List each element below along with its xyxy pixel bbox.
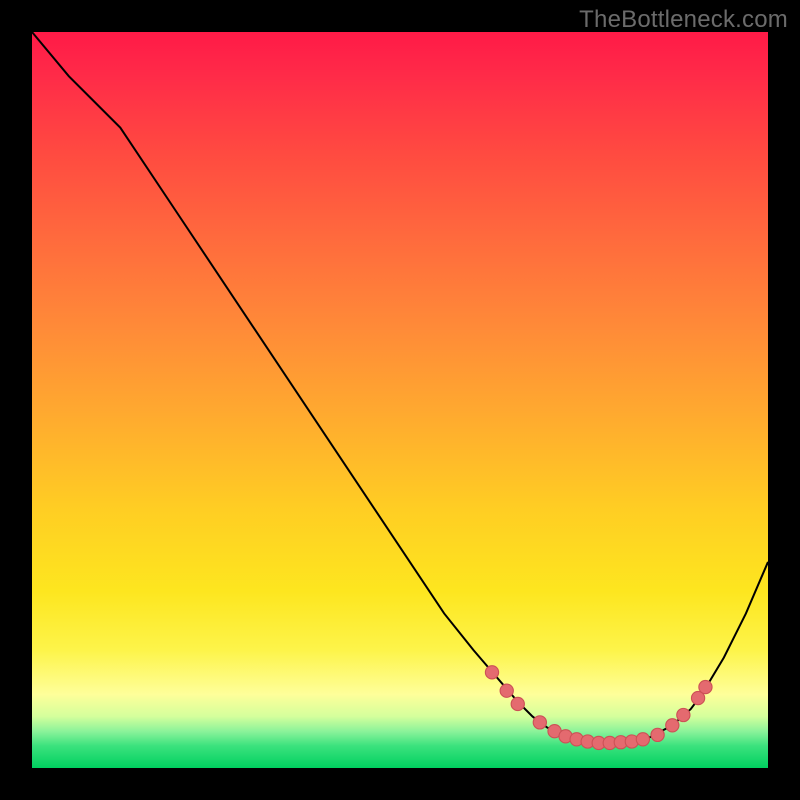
- optimum-marker-group: [485, 666, 712, 750]
- optimum-marker: [651, 728, 664, 741]
- optimum-marker: [699, 680, 712, 693]
- optimum-marker: [533, 716, 546, 729]
- chart-frame: TheBottleneck.com: [0, 0, 800, 800]
- optimum-marker: [485, 666, 498, 679]
- curve-overlay: [32, 32, 768, 768]
- optimum-marker: [511, 697, 524, 710]
- attribution-text: TheBottleneck.com: [579, 6, 788, 34]
- optimum-marker: [666, 719, 679, 732]
- bottleneck-curve: [32, 32, 768, 743]
- optimum-marker: [500, 684, 513, 697]
- optimum-marker: [636, 733, 649, 746]
- optimum-marker: [677, 708, 690, 721]
